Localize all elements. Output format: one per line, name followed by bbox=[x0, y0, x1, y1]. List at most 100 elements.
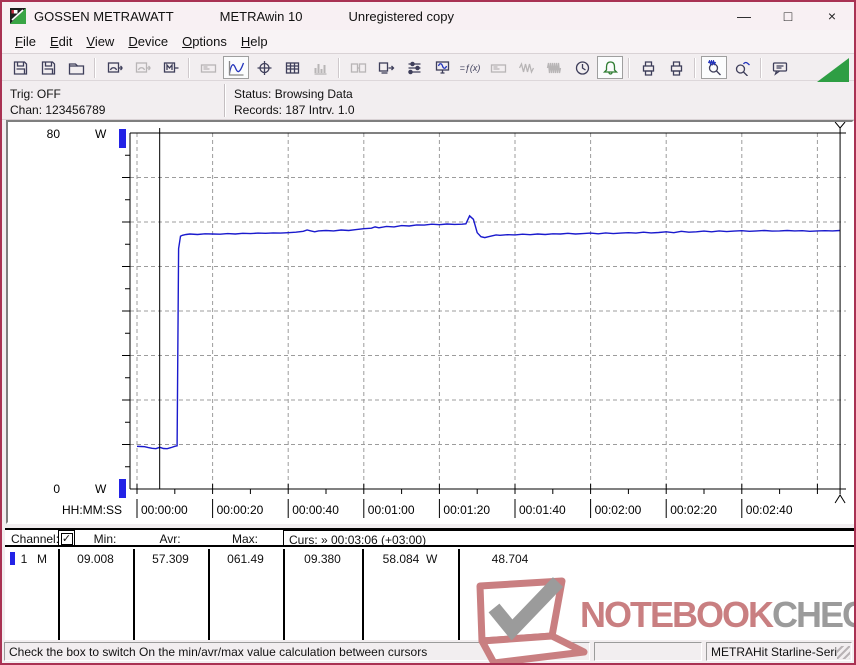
printer-icon bbox=[640, 60, 657, 76]
chart-icon bbox=[228, 60, 245, 76]
bubble-icon bbox=[772, 60, 789, 76]
devsave-icon bbox=[378, 60, 395, 76]
menu-edit[interactable]: Edit bbox=[43, 32, 79, 51]
x-tick-label: 00:01:20 bbox=[443, 503, 490, 517]
formula-icon: =ƒ(x) bbox=[459, 62, 481, 73]
channel-range-marker-top bbox=[119, 129, 126, 148]
resize-grip[interactable] bbox=[837, 646, 850, 659]
header-max: Max: bbox=[231, 532, 258, 546]
device-memory-button[interactable] bbox=[157, 56, 183, 79]
wave-sparse-button bbox=[513, 56, 539, 79]
x-tick-label: 00:02:00 bbox=[595, 503, 642, 517]
formula-button[interactable]: =ƒ(x) bbox=[457, 56, 483, 79]
menu-options[interactable]: Options bbox=[175, 32, 234, 51]
chart-area[interactable]: 00:00:00 00:00:20 00:00:40 00:01:00 00:01:20… bbox=[6, 120, 854, 524]
x-tick-label: 00:02:20 bbox=[670, 503, 717, 517]
app-icon bbox=[10, 8, 26, 24]
cell-delta: 48.704 bbox=[491, 552, 529, 566]
header-min: Min: bbox=[93, 532, 117, 546]
toolbar-separator bbox=[628, 57, 630, 78]
meter-icon bbox=[134, 60, 151, 76]
display-icon bbox=[200, 60, 217, 76]
save-data-button[interactable] bbox=[35, 56, 61, 79]
title-product: METRAwin 10 bbox=[219, 8, 303, 24]
cell-max: 061.49 bbox=[227, 552, 264, 566]
channel-setup-button[interactable] bbox=[401, 56, 427, 79]
toolbar-separator bbox=[94, 57, 96, 78]
chart-view-button[interactable] bbox=[223, 56, 249, 79]
sliders-icon bbox=[406, 60, 423, 76]
toolbar: =ƒ(x) bbox=[2, 55, 854, 81]
wave2-icon bbox=[546, 60, 563, 76]
zoomwave-icon bbox=[706, 60, 723, 76]
zoom-curve-button[interactable] bbox=[729, 56, 755, 79]
toolbar-separator bbox=[188, 57, 190, 78]
channel-range-marker-bottom bbox=[119, 479, 126, 498]
cross-icon bbox=[256, 60, 273, 76]
records-info: Records: 187 Intrv. 1.0 bbox=[234, 103, 355, 117]
menu-bar: File Edit View Device Options Help bbox=[2, 30, 854, 54]
y-min-label: 0 bbox=[53, 482, 60, 496]
cursor-2-top-caret-icon bbox=[834, 122, 846, 129]
table-icon bbox=[284, 60, 301, 76]
floppy-icon bbox=[12, 60, 29, 76]
print-button[interactable] bbox=[663, 56, 689, 79]
value-table-header: Channel: ✓ Min: Avr: Max: Curs: » 00:03:… bbox=[5, 530, 854, 547]
zoom-signal-button[interactable] bbox=[701, 56, 727, 79]
print-preview-button[interactable] bbox=[635, 56, 661, 79]
cell-min: 09.008 bbox=[77, 552, 114, 566]
device-name: METRAHit Starline-Seri bbox=[711, 645, 838, 659]
toolbar-separator bbox=[760, 57, 762, 78]
value-table: Channel: ✓ Min: Avr: Max: Curs: » 00:03:… bbox=[5, 528, 854, 642]
save-report-button[interactable] bbox=[7, 56, 33, 79]
schedule-clock-button[interactable] bbox=[569, 56, 595, 79]
cell-avr: 57.309 bbox=[152, 552, 189, 566]
cursor-crosshair-button[interactable] bbox=[251, 56, 277, 79]
menu-file[interactable]: File bbox=[8, 32, 43, 51]
wave-icon bbox=[518, 60, 535, 76]
info-bar: Trig: OFF Chan: 123456789 Status: Browsi… bbox=[2, 82, 854, 120]
trigger-status: Trig: OFF bbox=[10, 87, 61, 101]
channel-color-marker bbox=[10, 552, 15, 565]
bell-icon bbox=[602, 60, 619, 76]
clock-icon bbox=[574, 60, 591, 76]
power-chart[interactable]: 00:00:00 00:00:20 00:00:40 00:01:00 00:01:20… bbox=[8, 122, 852, 521]
menu-view[interactable]: View bbox=[79, 32, 121, 51]
transfer-icon bbox=[350, 60, 367, 76]
table-view-button[interactable] bbox=[279, 56, 305, 79]
menu-help[interactable]: Help bbox=[234, 32, 275, 51]
x-tick-label: 00:00:40 bbox=[292, 503, 339, 517]
meter-icon bbox=[106, 60, 123, 76]
printer-icon bbox=[668, 60, 685, 76]
open-file-button[interactable] bbox=[63, 56, 89, 79]
data-transfer-button bbox=[345, 56, 371, 79]
x-tick-label: 00:02:40 bbox=[746, 503, 793, 517]
alarm-bell-button[interactable] bbox=[597, 56, 623, 79]
minmax-checkbox[interactable]: ✓ bbox=[60, 532, 73, 545]
x-tick-label: 00:01:40 bbox=[519, 503, 566, 517]
minmax-checkbox-cell: ✓ bbox=[58, 530, 75, 547]
channel-row: 1 M 09.008 57.309 061.49 09.380 58.084 W… bbox=[5, 549, 854, 642]
histogram-view-button bbox=[307, 56, 333, 79]
y-unit-top-label: W bbox=[95, 127, 107, 141]
maximize-button[interactable]: □ bbox=[766, 2, 810, 30]
toolbar-separator bbox=[338, 57, 340, 78]
menu-device[interactable]: Device bbox=[121, 32, 175, 51]
info-divider bbox=[224, 84, 226, 117]
send-device-button bbox=[129, 56, 155, 79]
annotation-button[interactable] bbox=[767, 56, 793, 79]
cell-channel-no: 1 bbox=[20, 552, 28, 566]
cursor-2-bottom-caret-icon bbox=[834, 494, 846, 504]
close-button[interactable]: × bbox=[810, 2, 854, 30]
x-tick-label: 00:00:00 bbox=[141, 503, 188, 517]
channel-list: Chan: 123456789 bbox=[10, 103, 106, 117]
status-middle bbox=[594, 642, 702, 661]
x-tick-label: 00:01:00 bbox=[368, 503, 415, 517]
monitor-icon bbox=[434, 60, 451, 76]
read-device-button[interactable] bbox=[101, 56, 127, 79]
device-config-button bbox=[485, 56, 511, 79]
minimize-button[interactable]: — bbox=[722, 2, 766, 30]
live-monitor-button[interactable] bbox=[429, 56, 455, 79]
y-unit-bottom-label: W bbox=[95, 482, 107, 496]
device-save-button[interactable] bbox=[373, 56, 399, 79]
